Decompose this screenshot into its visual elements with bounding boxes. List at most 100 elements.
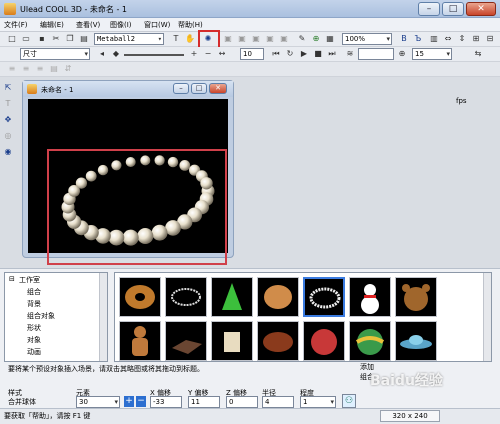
tree-item-object[interactable]: 对象 <box>27 335 41 345</box>
frame-field[interactable]: 10 <box>240 48 264 60</box>
eyedropper-icon[interactable]: ✎ <box>296 33 308 45</box>
smooth-icon[interactable]: ⇆ <box>472 48 484 60</box>
text-align-icon[interactable]: ▤ <box>48 63 60 75</box>
tree-scrollbar[interactable] <box>99 273 107 361</box>
save-icon[interactable]: ▪ <box>36 33 48 45</box>
elements-select[interactable]: 30 <box>76 396 120 408</box>
first-frame-icon[interactable]: ⏮ <box>270 48 282 60</box>
y-offset-field[interactable]: 11 <box>188 396 220 408</box>
move-tool-icon[interactable]: ✥ <box>2 114 14 126</box>
apply-icon[interactable]: ⚇ <box>342 394 356 408</box>
text-spacing-icon[interactable]: ⇵ <box>62 63 74 75</box>
menu-file[interactable]: 文件(F) <box>4 20 28 30</box>
new-file-icon[interactable]: □ <box>6 33 18 45</box>
total-frames-field[interactable] <box>358 48 394 60</box>
shape-icon[interactable]: ▣ <box>222 33 234 45</box>
keyframe-prev-icon[interactable]: ◂ <box>96 48 108 60</box>
last-frame-icon[interactable]: ⏭ <box>326 48 338 60</box>
remove-key-icon[interactable]: − <box>202 48 214 60</box>
x-offset-field[interactable]: -33 <box>150 396 182 408</box>
tree-root[interactable]: 工作室 <box>19 275 40 285</box>
select-tool-icon[interactable]: ⇱ <box>2 82 14 94</box>
add-key-icon[interactable]: + <box>188 48 200 60</box>
play-icon[interactable]: ▶ <box>298 48 310 60</box>
stretch2-icon[interactable]: ⇕ <box>456 33 468 45</box>
thumb-gingerbread[interactable] <box>119 321 161 361</box>
align-right-icon[interactable]: ≡ <box>34 63 46 75</box>
doc-maximize-button[interactable]: □ <box>191 83 207 94</box>
thumb-ball[interactable] <box>303 321 345 361</box>
tree-item-background[interactable]: 背景 <box>27 299 41 309</box>
reverse-icon[interactable]: ↔ <box>216 48 228 60</box>
remove-element-button[interactable]: − <box>136 396 146 407</box>
italic-icon[interactable]: Ъ <box>412 33 424 45</box>
cut-icon[interactable]: ✂ <box>50 33 62 45</box>
doc-minimize-button[interactable]: – <box>173 83 189 94</box>
thumb-football[interactable] <box>257 321 299 361</box>
loop-icon[interactable]: ↻ <box>284 48 296 60</box>
thumb-saucer[interactable] <box>395 321 437 361</box>
shape5-icon[interactable]: ▣ <box>278 33 290 45</box>
tree-expand-icon[interactable]: ⊟ <box>9 275 15 283</box>
paste-icon[interactable]: ▤ <box>78 33 90 45</box>
menu-image[interactable]: 图像(I) <box>110 20 132 30</box>
degree-select[interactable]: 1 <box>300 396 336 408</box>
thumb-cone[interactable] <box>211 277 253 317</box>
shape3-icon[interactable]: ▣ <box>250 33 262 45</box>
thumb-donut[interactable] <box>119 277 161 317</box>
tree-item-combine[interactable]: 组合 <box>27 287 41 297</box>
fit-icon[interactable]: ⊞ <box>470 33 482 45</box>
fps-select[interactable]: 15 <box>412 48 452 60</box>
attribute-select[interactable]: 尺寸 <box>20 48 90 60</box>
thumb-snowman[interactable] <box>349 277 391 317</box>
timeline-slider[interactable] <box>124 54 184 56</box>
radius-field[interactable]: 4 <box>262 396 294 408</box>
menu-view[interactable]: 查看(V) <box>76 20 100 30</box>
add-element-button[interactable]: + <box>124 396 134 407</box>
thumb-bear[interactable] <box>395 277 437 317</box>
pan-hand-icon[interactable]: ✋ <box>184 33 196 45</box>
thumb-slab[interactable] <box>165 321 207 361</box>
align-left-icon[interactable]: ≡ <box>6 63 18 75</box>
open-file-icon[interactable]: ▭ <box>20 33 32 45</box>
render-canvas[interactable] <box>28 99 228 265</box>
app-logo-icon <box>4 3 16 15</box>
maximize-button[interactable]: □ <box>442 2 464 16</box>
close-button[interactable]: ✕ <box>466 2 496 16</box>
thumb-sphere[interactable] <box>349 321 391 361</box>
menu-window[interactable]: 窗口(W) <box>144 20 170 30</box>
thumbs-scrollbar[interactable] <box>483 273 491 361</box>
stretch-icon[interactable]: ⇔ <box>442 33 454 45</box>
tree-item-combined-objects[interactable]: 组合对象 <box>27 311 55 321</box>
more-icon[interactable]: ⊟ <box>484 33 496 45</box>
grid-icon[interactable]: ▦ <box>324 33 336 45</box>
text-icon[interactable]: T <box>170 33 182 45</box>
thumb-pearl-necklace[interactable] <box>303 277 345 317</box>
camera-tool-icon[interactable]: ◉ <box>2 146 14 158</box>
thumb-pearl-ring[interactable] <box>165 277 207 317</box>
thumb-coin[interactable] <box>257 277 299 317</box>
tree-item-shape[interactable]: 形状 <box>27 323 41 333</box>
stop-icon[interactable]: ■ <box>312 48 324 60</box>
copy-icon[interactable]: ❐ <box>64 33 76 45</box>
align-icon[interactable]: ▥ <box>428 33 440 45</box>
keyframe-icon[interactable]: ◆ <box>110 48 122 60</box>
bold-icon[interactable]: B <box>398 33 410 45</box>
doc-close-button[interactable]: ✕ <box>209 83 227 94</box>
tween-icon[interactable]: ⊕ <box>396 48 408 60</box>
font-select[interactable]: Metaball2 <box>94 33 164 45</box>
menu-help[interactable]: 帮助(H) <box>178 20 203 30</box>
minimize-button[interactable]: – <box>418 2 440 16</box>
align-center-icon[interactable]: ≡ <box>20 63 32 75</box>
menu-edit[interactable]: 编辑(E) <box>40 20 64 30</box>
speed-icon[interactable]: ≋ <box>344 48 356 60</box>
thumb-box[interactable] <box>211 321 253 361</box>
shape4-icon[interactable]: ▣ <box>264 33 276 45</box>
shape2-icon[interactable]: ▣ <box>236 33 248 45</box>
globe-icon[interactable]: ⊕ <box>310 33 322 45</box>
text-tool-icon[interactable]: T <box>2 98 14 110</box>
tree-item-animation[interactable]: 动画 <box>27 347 41 357</box>
rotate-tool-icon[interactable]: ◎ <box>2 130 14 142</box>
zoom-select[interactable]: 100% <box>342 33 392 45</box>
z-offset-field[interactable]: 0 <box>226 396 258 408</box>
